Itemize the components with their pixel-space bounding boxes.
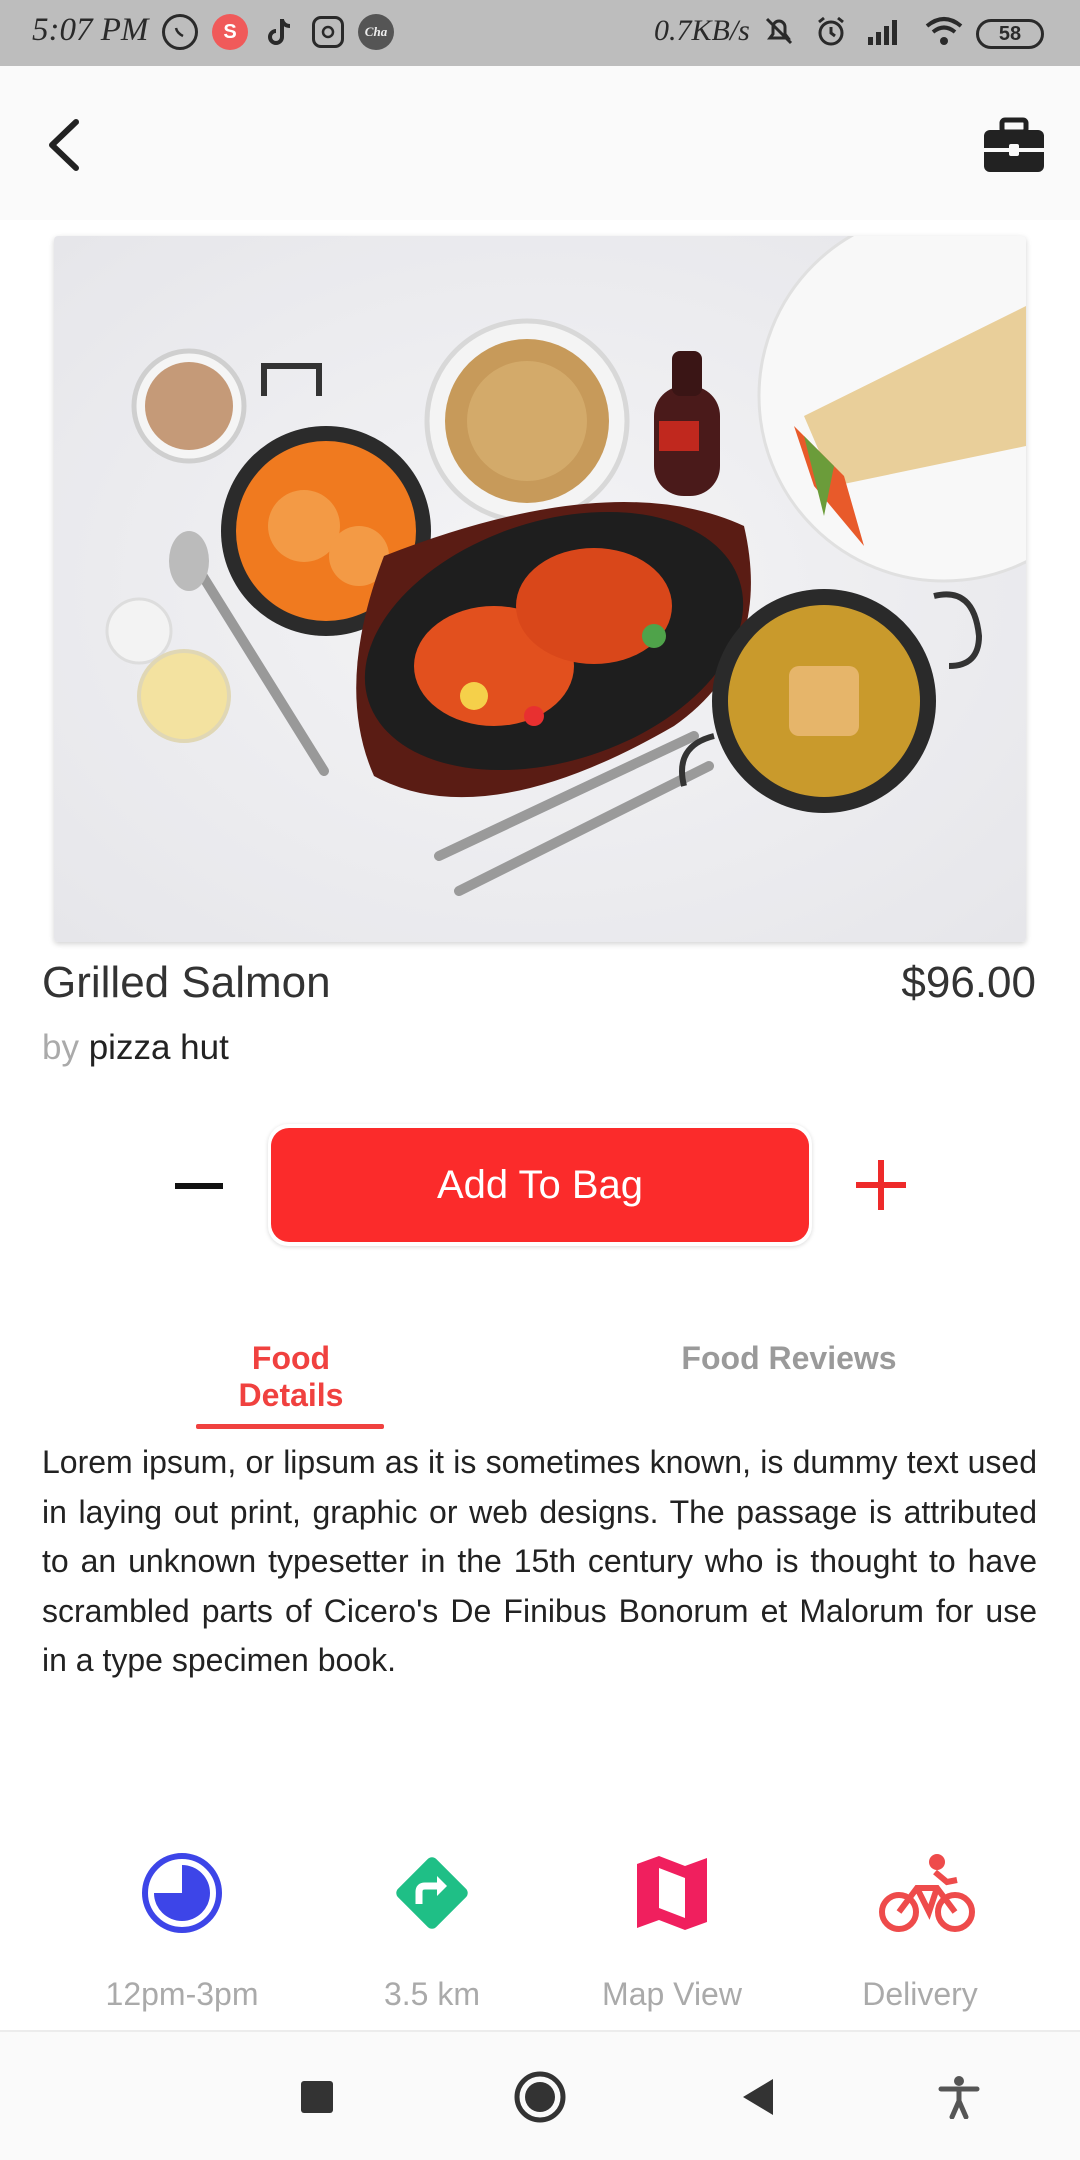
briefcase-icon xyxy=(984,117,1044,172)
chatime-icon: Cha xyxy=(358,14,394,50)
food-name: Grilled Salmon xyxy=(42,958,331,1007)
distance-label: 3.5 km xyxy=(383,1976,481,2012)
status-time: 5:07 PM xyxy=(32,12,149,48)
bicycle-icon xyxy=(877,1850,975,1936)
by-label: by xyxy=(42,1028,79,1067)
map-view-label: Map View xyxy=(602,1976,742,2012)
network-speed: 0.7KB/s xyxy=(654,14,750,47)
instagram-icon xyxy=(312,16,344,48)
chevron-left-icon xyxy=(49,119,79,171)
alarm-icon xyxy=(818,16,844,46)
triangle-back-icon xyxy=(743,2079,773,2115)
tab-food-details[interactable]: Food Details xyxy=(196,1340,386,1414)
add-to-bag-label: Add To Bag xyxy=(271,1128,809,1242)
system-icons xyxy=(762,14,964,48)
mute-icon xyxy=(765,17,793,45)
back-button[interactable] xyxy=(34,110,104,180)
accessibility-button[interactable] xyxy=(924,2062,994,2132)
bag-button[interactable] xyxy=(978,114,1050,178)
hours-label: 12pm-3pm xyxy=(105,1976,259,2012)
info-distance[interactable]: 3.5 km xyxy=(312,1850,552,2013)
system-nav-bar xyxy=(0,2030,1080,2160)
home-circle-icon xyxy=(514,2071,566,2123)
clock-icon xyxy=(139,1850,225,1936)
increase-quantity-button[interactable] xyxy=(846,1150,916,1220)
status-bar: 5:07 PM S Cha 0.7KB/s 58 xyxy=(0,0,1080,66)
battery-icon: 58 xyxy=(976,19,1044,49)
directions-icon xyxy=(389,1850,475,1936)
home-button[interactable] xyxy=(505,2062,575,2132)
square-icon xyxy=(301,2081,333,2113)
wifi-icon xyxy=(925,17,963,45)
info-hours[interactable]: 12pm-3pm xyxy=(62,1850,302,2013)
tab-food-reviews[interactable]: Food Reviews xyxy=(676,1340,902,1377)
vendor-name[interactable]: pizza hut xyxy=(89,1028,229,1067)
whatsapp-icon xyxy=(162,14,198,50)
vendor-line: by pizza hut xyxy=(42,1028,229,1068)
food-image xyxy=(54,236,1026,942)
active-tab-indicator xyxy=(196,1424,384,1429)
s-app-icon: S xyxy=(212,14,248,50)
tiktok-icon xyxy=(262,14,298,50)
accessibility-icon xyxy=(938,2076,980,2119)
recents-button[interactable] xyxy=(282,2062,352,2132)
info-map-view[interactable]: Map View xyxy=(552,1850,792,2013)
add-to-bag-button[interactable]: Add To Bag xyxy=(268,1124,812,1246)
food-price: $96.00 xyxy=(901,958,1036,1007)
battery-level: 58 xyxy=(998,23,1022,45)
food-description: Lorem ipsum, or lipsum as it is sometime… xyxy=(42,1444,1037,1678)
back-nav-button[interactable] xyxy=(724,2062,794,2132)
info-delivery[interactable]: Delivery xyxy=(800,1850,1040,2013)
signal-icon xyxy=(868,20,897,45)
map-icon xyxy=(629,1850,715,1936)
decrease-quantity-button[interactable] xyxy=(160,1150,240,1220)
delivery-label: Delivery xyxy=(862,1976,978,2012)
app-bar xyxy=(0,66,1080,220)
notification-icons: S Cha xyxy=(162,14,394,50)
